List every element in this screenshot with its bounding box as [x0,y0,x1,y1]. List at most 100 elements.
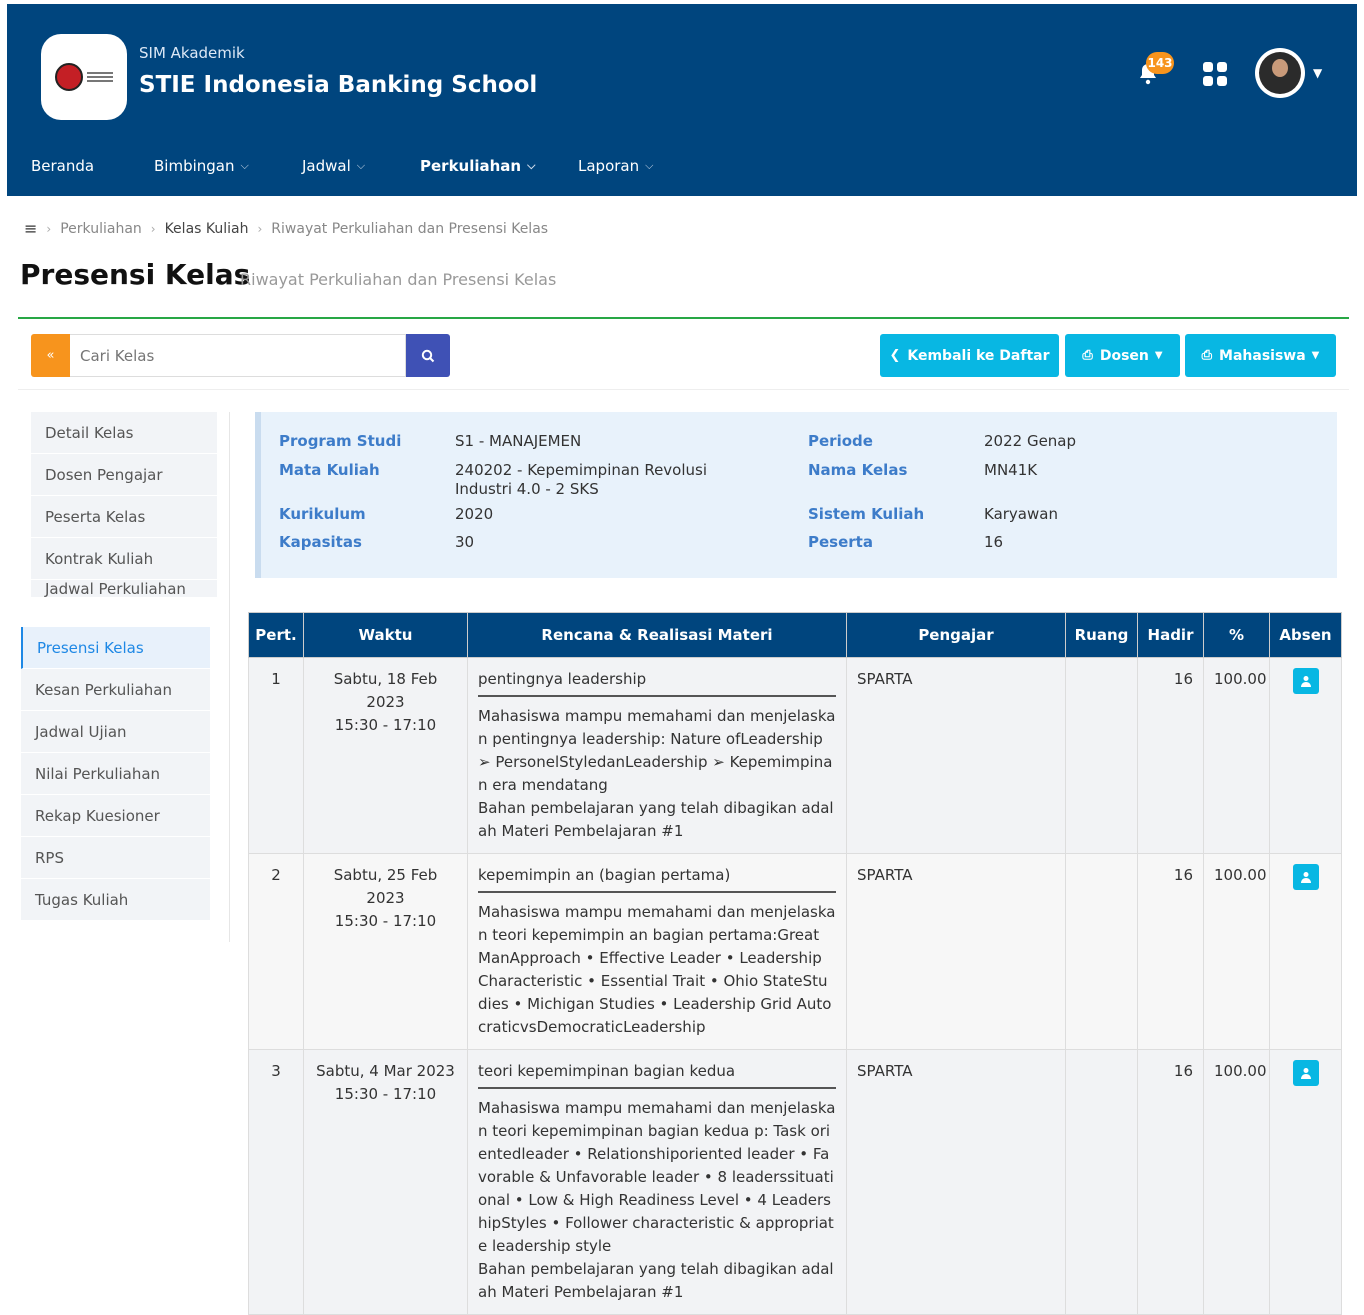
cell-pert: 3 [248,1049,304,1315]
column-header[interactable]: Waktu [303,612,468,658]
column-header[interactable]: Hadir [1137,612,1204,658]
info-label: Kurikulum [279,505,366,523]
nav-bimbingan[interactable]: Bimbingan ⌵ [154,157,249,175]
column-header[interactable]: % [1203,612,1270,658]
menu-icon[interactable]: ≡ [24,219,37,238]
cell-ruang [1065,853,1138,1050]
info-label: Peserta [808,533,873,551]
cell-pengajar: SPARTA [846,853,1066,1050]
info-kapasitas: 30 [455,533,475,551]
column-header[interactable]: Ruang [1065,612,1138,658]
info-label: Periode [808,432,873,450]
sidebar-item-peserta-kelas[interactable]: Peserta Kelas [31,496,217,538]
collapse-button[interactable]: « [31,334,70,377]
sidebar-item-kesan-perkuliahan[interactable]: Kesan Perkuliahan [21,669,210,711]
column-header[interactable]: Pengajar [846,612,1066,658]
cell-absen [1269,1049,1342,1315]
print-dosen-button[interactable]: ⎙ Dosen ▼ [1065,334,1180,377]
column-header[interactable]: Rencana & Realisasi Materi [467,612,847,658]
page-subtitle: Riwayat Perkuliahan dan Presensi Kelas [240,270,557,289]
user-avatar[interactable] [1255,48,1305,98]
search-icon [421,349,435,362]
cell-pert: 2 [248,853,304,1050]
info-program-studi: S1 - MANAJEMEN [455,432,582,450]
apps-grid-icon[interactable] [1203,62,1227,86]
sidebar-item-kontrak-kuliah[interactable]: Kontrak Kuliah [31,538,217,580]
print-mahasiswa-button[interactable]: ⎙ Mahasiswa ▼ [1185,334,1336,377]
chevron-down-icon: ⌵ [356,159,366,172]
class-sidebar: Detail Kelas Dosen Pengajar Peserta Kela… [31,412,217,598]
page-title: Presensi Kelas [20,258,251,291]
breadcrumb-current: Riwayat Perkuliahan dan Presensi Kelas [271,220,549,237]
nav-laporan[interactable]: Laporan ⌵ [578,157,653,175]
logo-emblem-icon [55,63,83,91]
cell-waktu: Sabtu, 4 Mar 2023 15:30 - 17:10 [303,1049,468,1315]
absen-button[interactable] [1292,1060,1319,1086]
absen-button[interactable] [1292,668,1319,694]
info-label: Kapasitas [279,533,362,551]
user-icon [1300,1068,1311,1079]
sidebar-item-nilai-perkuliahan[interactable]: Nilai Perkuliahan [21,753,210,795]
school-logo[interactable] [41,34,127,120]
column-header[interactable]: Absen [1269,612,1342,658]
cell-absen [1269,657,1342,854]
nav-perkuliahan[interactable]: Perkuliahan ⌵ [420,157,535,175]
cell-waktu: Sabtu, 25 Feb 2023 15:30 - 17:10 [303,853,468,1050]
info-label: Sistem Kuliah [808,505,925,523]
nav-beranda[interactable]: Beranda [31,157,94,175]
breadcrumb-item[interactable]: Kelas Kuliah [165,221,249,237]
sidebar-item-jadwal-ujian[interactable]: Jadwal Ujian [21,711,210,753]
attendance-table: Pert. Waktu Rencana & Realisasi Materi P… [248,612,1342,1315]
sidebar-item-rps[interactable]: RPS [21,837,210,879]
sidebar-item-presensi-kelas[interactable]: Presensi Kelas [21,627,210,669]
class-sidebar-continued: Presensi Kelas Kesan Perkuliahan Jadwal … [21,627,210,921]
sidebar-divider [229,412,230,942]
class-info: Program Studi S1 - MANAJEMEN Mata Kuliah… [255,412,1337,578]
cell-materi: pentingnya leadership Mahasiswa mampu mem… [467,657,847,854]
logo-wordmark [87,72,113,82]
cell-persen: 100.00 [1203,853,1270,1050]
breadcrumb-item[interactable]: Perkuliahan [60,221,142,237]
cell-absen [1269,853,1342,1050]
sidebar-item-detail-kelas[interactable]: Detail Kelas [31,412,217,454]
cell-persen: 100.00 [1203,1049,1270,1315]
info-mata-kuliah: 240202 - Kepemimpinan Revolusi Industri 4… [455,461,708,498]
printer-icon: ⎙ [1201,348,1213,363]
cell-waktu: Sabtu, 18 Feb 2023 15:30 - 17:10 [303,657,468,854]
sidebar-item-rekap-kuesioner[interactable]: Rekap Kuesioner [21,795,210,837]
caret-down-icon: ▼ [1311,350,1320,361]
cell-materi: teori kepemimpinan bagian kedua Mahasiswa… [467,1049,847,1315]
info-nama-kelas: MN41K [984,461,1038,479]
column-header[interactable]: Pert. [248,612,304,658]
back-to-list-button[interactable]: ❮ Kembali ke Daftar [880,334,1059,377]
sidebar-item-jadwal-perkuliahan[interactable]: Jadwal Perkuliahan [31,580,217,598]
cell-hadir: 16 [1137,1049,1204,1315]
caret-down-icon[interactable]: ▼ [1313,66,1322,80]
chevron-left-icon: ❮ [889,348,901,363]
table-header-row: Pert. Waktu Rencana & Realisasi Materi P… [248,612,1342,658]
info-peserta: 16 [984,533,1004,551]
search-input[interactable] [70,334,406,377]
cell-hadir: 16 [1137,657,1204,854]
table-row: 3 Sabtu, 4 Mar 2023 15:30 - 17:10 teori k… [248,1049,1342,1315]
double-chevron-left-icon: « [46,348,55,363]
nav-jadwal[interactable]: Jadwal ⌵ [302,157,365,175]
breadcrumb: ≡ › Perkuliahan › Kelas Kuliah › Riwayat… [24,219,549,238]
cell-materi: kepemimpin an (bagian pertama) Mahasiswa … [467,853,847,1050]
table-row: 1 Sabtu, 18 Feb 2023 15:30 - 17:10 pentin… [248,657,1342,854]
info-sistem-kuliah: Karyawan [984,505,1058,523]
absen-button[interactable] [1292,864,1319,890]
sidebar-item-tugas-kuliah[interactable]: Tugas Kuliah [21,879,210,921]
chevron-down-icon: ⌵ [527,159,536,172]
info-kurikulum: 2020 [455,505,494,523]
info-label: Nama Kelas [808,461,908,479]
cell-pengajar: SPARTA [846,1049,1066,1315]
sidebar-item-dosen-pengajar[interactable]: Dosen Pengajar [31,454,217,496]
info-label: Program Studi [279,432,402,450]
search-button[interactable] [406,334,450,377]
cell-ruang [1065,1049,1138,1315]
cell-persen: 100.00 [1203,657,1270,854]
user-icon [1300,872,1311,883]
panel-toolbar: « ❮Kembali ke Daftar ⎙Dosen▼ ⎙Mahasiswa▼ [18,319,1349,390]
user-icon [1300,676,1311,687]
